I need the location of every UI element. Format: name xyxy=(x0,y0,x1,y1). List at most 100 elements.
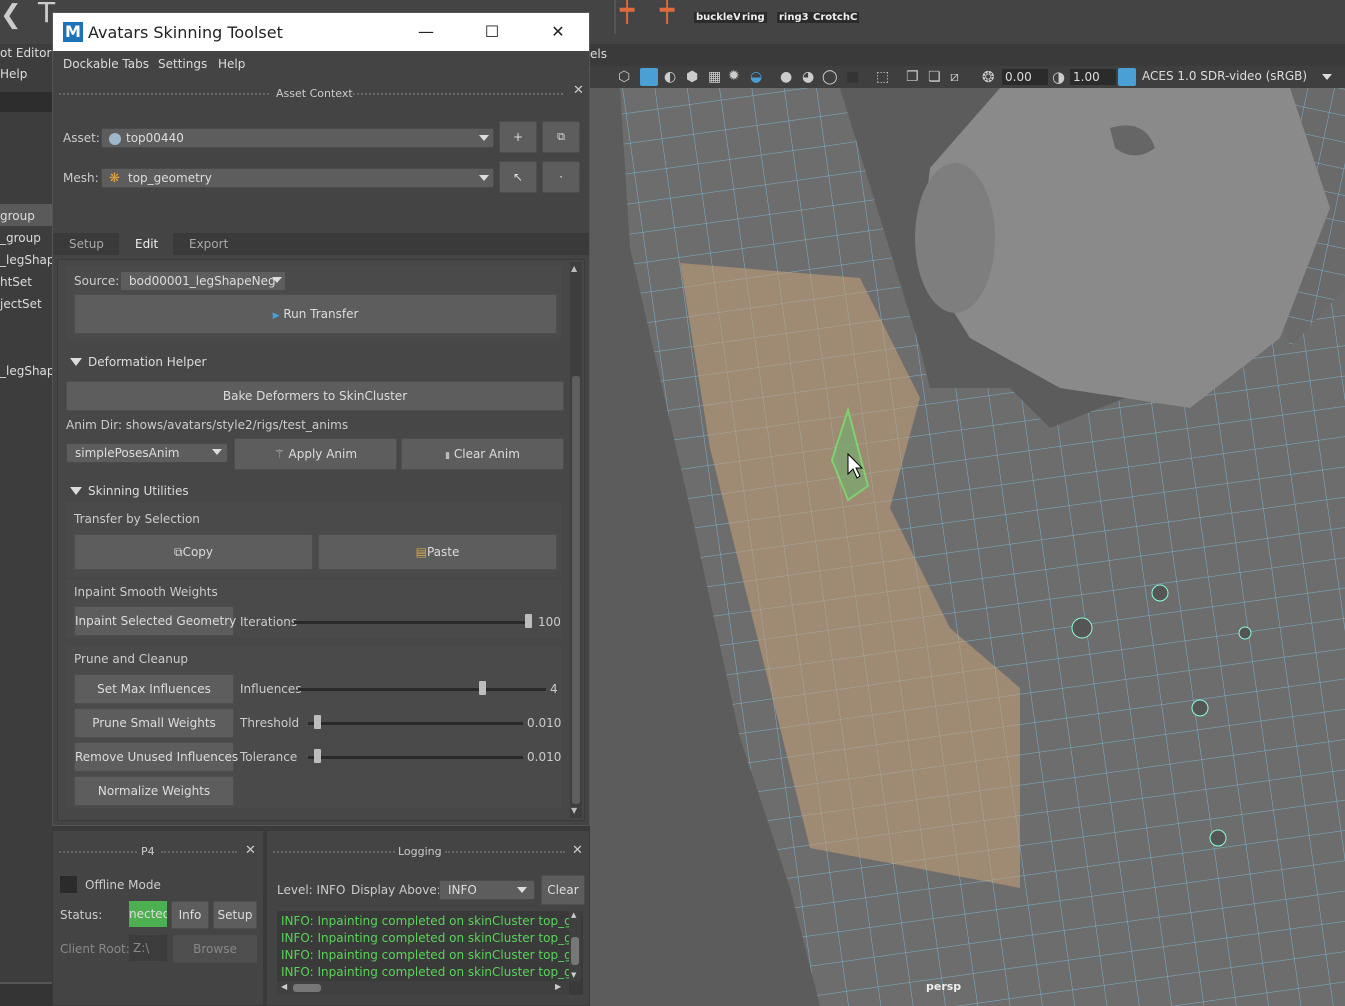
texture-icon[interactable]: ⬢ xyxy=(686,69,698,85)
depth-icon[interactable]: ■ xyxy=(846,69,859,85)
outliner-item[interactable]: jectSet xyxy=(0,297,42,311)
p4-close-icon[interactable]: ✕ xyxy=(245,843,256,858)
panel-grip[interactable] xyxy=(59,851,137,853)
close-button[interactable]: ✕ xyxy=(543,19,573,45)
xray-joints-icon[interactable]: ⧄ xyxy=(950,69,959,85)
log-scroll-up-icon[interactable]: ▲ xyxy=(571,911,576,919)
browse-button[interactable]: Browse xyxy=(173,935,257,963)
copy-button[interactable]: ⧉Copy xyxy=(74,534,313,570)
menu-settings[interactable]: Settings xyxy=(158,57,207,71)
scroll-up-icon[interactable]: ▲ xyxy=(571,264,577,273)
log-scroll-down-icon[interactable]: ▼ xyxy=(571,971,576,979)
source-dropdown-icon[interactable] xyxy=(272,277,282,283)
shelf-crotch[interactable]: CrotchC xyxy=(811,12,860,23)
tab-edit[interactable]: Edit xyxy=(135,237,158,251)
iterations-slider-track[interactable] xyxy=(294,621,530,624)
outliner-item[interactable]: _group xyxy=(0,231,41,245)
clear-log-button[interactable]: Clear xyxy=(541,875,585,905)
menu-dockable-tabs[interactable]: Dockable Tabs xyxy=(63,57,149,71)
scrollbar-thumb[interactable] xyxy=(572,376,580,804)
paste-button[interactable]: ▤Paste xyxy=(318,534,557,570)
gamma-field[interactable]: 1.00 xyxy=(1070,69,1116,85)
color-mgmt-icon[interactable] xyxy=(1118,68,1136,86)
threshold-slider-track[interactable] xyxy=(308,722,523,725)
skinning-header[interactable]: Skinning Utilities xyxy=(88,484,189,498)
outliner-help-menu[interactable]: Help xyxy=(0,67,27,81)
apply-anim-button[interactable]: ⚚ Apply Anim xyxy=(234,438,397,470)
log-vscroll[interactable]: ▲ ▼ xyxy=(569,911,581,981)
edit-scrollbar[interactable]: ▲ ▼ xyxy=(570,262,582,818)
exposure-field[interactable]: 0.00 xyxy=(1002,69,1048,85)
pick-mesh-cursor-icon[interactable]: ↖ xyxy=(499,161,537,193)
outliner-item[interactable]: htSet xyxy=(0,275,32,289)
scroll-down-icon[interactable]: ▼ xyxy=(571,806,577,815)
back-arrow-icon[interactable]: ❮ xyxy=(0,0,22,30)
shelf-buckle[interactable]: buckleV xyxy=(694,12,743,23)
xray-icon[interactable]: ❏ xyxy=(928,69,941,85)
inpaint-button[interactable]: Inpaint Selected Geometry xyxy=(74,606,236,636)
normalize-weights-button[interactable]: Normalize Weights xyxy=(74,776,234,806)
influences-slider-handle[interactable] xyxy=(478,681,486,695)
display-above-dropdown-icon[interactable] xyxy=(517,887,527,893)
threshold-slider-handle[interactable] xyxy=(313,715,321,729)
tolerance-slider-handle[interactable] xyxy=(313,749,321,763)
panel-grip[interactable] xyxy=(161,851,237,853)
select-cam-icon[interactable]: ⬚ xyxy=(876,69,889,85)
p4-setup-button[interactable]: Setup xyxy=(213,901,257,929)
log-output[interactable]: INFO: Inpainting completed on skinCluste… xyxy=(277,911,583,995)
log-vscroll-thumb[interactable] xyxy=(571,937,579,965)
deformation-header[interactable]: Deformation Helper xyxy=(88,355,206,369)
panel-grip[interactable] xyxy=(59,93,269,95)
asset-select[interactable]: top00440 xyxy=(101,128,494,148)
shelf-ring[interactable]: ring xyxy=(740,12,767,23)
anim-select[interactable]: simplePosesAnim xyxy=(66,443,228,463)
clear-anim-button[interactable]: ▮ Clear Anim xyxy=(401,438,564,470)
exposure-icon[interactable]: ❂ xyxy=(982,68,995,86)
tab-setup[interactable]: Setup xyxy=(69,237,104,251)
smooth-shade-icon[interactable] xyxy=(640,68,658,86)
aa-icon[interactable]: ◯ xyxy=(822,69,838,85)
skinning-collapse-icon[interactable] xyxy=(70,487,82,495)
maximize-button[interactable]: ☐ xyxy=(477,19,507,45)
light-icon[interactable]: ✹ xyxy=(728,68,740,84)
ao-icon[interactable]: ● xyxy=(780,69,792,85)
copy-asset-icon[interactable]: ⧉ xyxy=(542,121,580,153)
cube-wire-icon[interactable]: ⬡ xyxy=(618,69,630,85)
remove-unused-influences-button[interactable]: Remove Unused Influences xyxy=(74,742,238,772)
p4-info-button[interactable]: Info xyxy=(171,901,209,929)
outliner-item[interactable]: group xyxy=(0,209,35,223)
offline-mode-checkbox[interactable] xyxy=(60,876,77,893)
panels-menu[interactable]: els xyxy=(590,47,607,61)
isolate-icon[interactable]: ❐ xyxy=(906,69,919,85)
influences-slider-track[interactable] xyxy=(298,688,546,691)
mesh-select[interactable]: top_geometry xyxy=(101,168,494,188)
menu-help[interactable]: Help xyxy=(218,57,245,71)
prune-small-weights-button[interactable]: Prune Small Weights xyxy=(74,708,234,738)
logging-close-icon[interactable]: ✕ xyxy=(572,843,583,858)
grid-icon[interactable]: ▦ xyxy=(708,69,721,85)
mesh-options-icon[interactable]: · xyxy=(542,161,580,193)
joint-tool-icon[interactable]: ┿ xyxy=(620,0,634,24)
minimize-button[interactable]: — xyxy=(411,19,441,45)
run-transfer-button[interactable]: ▶ Run Transfer xyxy=(74,294,557,334)
log-scroll-left-icon[interactable]: ◀ xyxy=(281,982,287,991)
panel-grip[interactable] xyxy=(353,93,563,95)
motion-blur-icon[interactable]: ◕ xyxy=(802,69,814,85)
window-titlebar[interactable]: M Avatars Skinning Toolset — ☐ ✕ xyxy=(53,13,589,51)
set-max-influences-button[interactable]: Set Max Influences xyxy=(74,674,234,704)
asset-dropdown-icon[interactable] xyxy=(479,135,489,141)
source-select[interactable]: bod00001_legShapeNeg xyxy=(120,271,286,291)
shadow-icon[interactable]: ◒ xyxy=(750,69,762,85)
anim-dropdown-icon[interactable] xyxy=(212,449,222,455)
asset-context-close-icon[interactable]: ✕ xyxy=(573,83,584,98)
color-space-select[interactable]: ACES 1.0 SDR-video (sRGB) xyxy=(1142,69,1307,83)
log-hscroll[interactable]: ◀ ▶ xyxy=(277,981,569,995)
log-scroll-right-icon[interactable]: ▶ xyxy=(555,982,561,991)
mesh-dropdown-icon[interactable] xyxy=(479,175,489,181)
gamma-icon[interactable]: ◑ xyxy=(1052,68,1065,86)
deformation-collapse-icon[interactable] xyxy=(70,358,82,366)
panel-grip[interactable] xyxy=(273,851,395,853)
color-space-dropdown-icon[interactable] xyxy=(1322,74,1332,80)
panel-grip[interactable] xyxy=(445,851,565,853)
shade-icon[interactable]: ◐ xyxy=(664,69,676,85)
